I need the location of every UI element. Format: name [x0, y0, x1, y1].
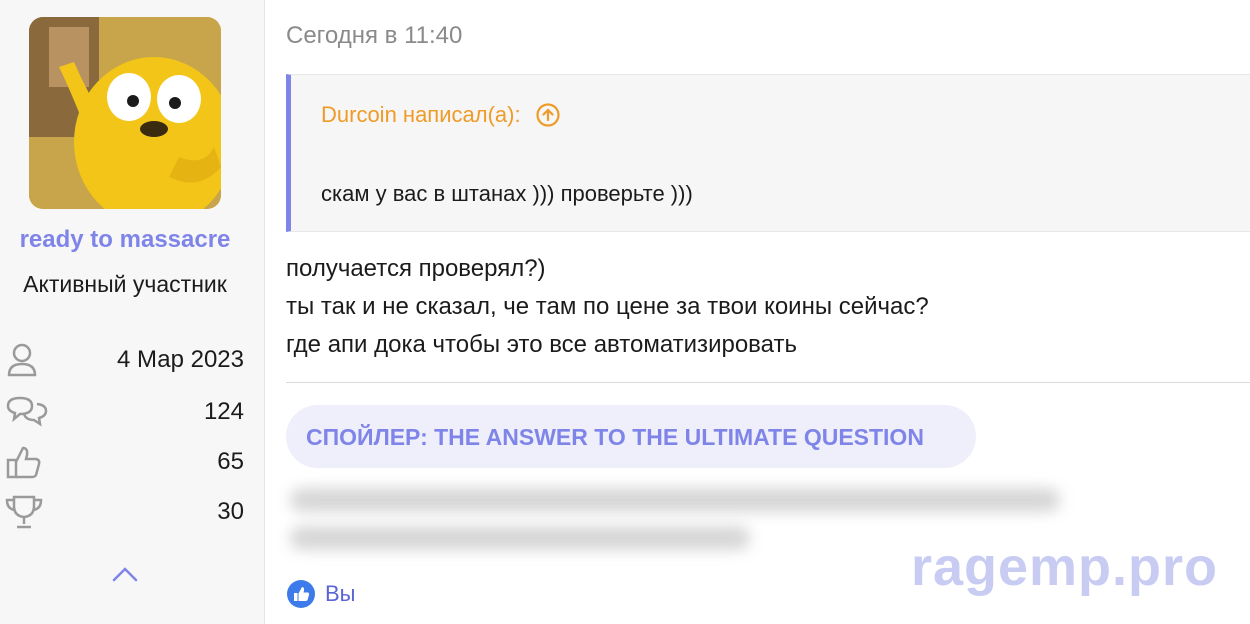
- reaction-label: Вы: [325, 581, 356, 606]
- message-line: где апи дока чтобы это все автоматизиров…: [286, 331, 797, 358]
- like-reaction-icon: [286, 579, 316, 609]
- message-timestamp[interactable]: Сегодня в 11:40: [286, 22, 462, 50]
- quote-text: скам у вас в штанах ))) проверьте ))): [321, 181, 693, 206]
- message-body: получается проверял?) ты так и не сказал…: [286, 250, 929, 364]
- avatar-image: [29, 17, 221, 209]
- quote-block: Durcoin написал(а): скам у вас в штанах …: [286, 74, 1250, 232]
- trophy-icon: [4, 492, 44, 532]
- stat-messages: 124: [0, 392, 250, 432]
- message-main: Сегодня в 11:40 Durcoin написал(а): скам…: [286, 0, 1250, 624]
- user-icon: [4, 340, 44, 380]
- stat-value: 124: [203, 398, 244, 425]
- thumbs-up-icon: [4, 442, 44, 482]
- message-line: ты так и не сказал, че там по цене за тв…: [286, 293, 929, 320]
- arrow-up-circle-icon[interactable]: [535, 102, 561, 128]
- watermark-text: ragemp.pro: [910, 537, 1218, 597]
- reaction-summary[interactable]: Вы: [286, 578, 356, 610]
- stat-value: 4 Мар 2023: [116, 346, 244, 373]
- message-line: получается проверял?): [286, 255, 546, 282]
- chevron-up-icon[interactable]: [110, 562, 140, 586]
- stat-points: 30: [0, 492, 250, 532]
- messages-icon: [4, 392, 48, 432]
- divider: [286, 382, 1250, 383]
- spoiler-label: СПОЙЛЕР: THE ANSWER TO THE ULTIMATE QUES…: [306, 424, 924, 450]
- username-link[interactable]: ready to massacre: [0, 226, 250, 254]
- stat-value: 65: [217, 448, 244, 475]
- spoiler-button[interactable]: СПОЙЛЕР: THE ANSWER TO THE ULTIMATE QUES…: [286, 405, 976, 468]
- quote-author-label: Durcoin написал(а):: [321, 102, 521, 127]
- stat-reactions: 65: [0, 442, 250, 482]
- quote-author-link[interactable]: Durcoin написал(а):: [321, 102, 561, 128]
- user-panel: ready to massacre Активный участник 4 Ма…: [0, 0, 265, 624]
- avatar[interactable]: [29, 17, 221, 209]
- stat-value: 30: [217, 498, 244, 525]
- stat-registered: 4 Мар 2023: [0, 340, 250, 380]
- user-title: Активный участник: [23, 271, 227, 297]
